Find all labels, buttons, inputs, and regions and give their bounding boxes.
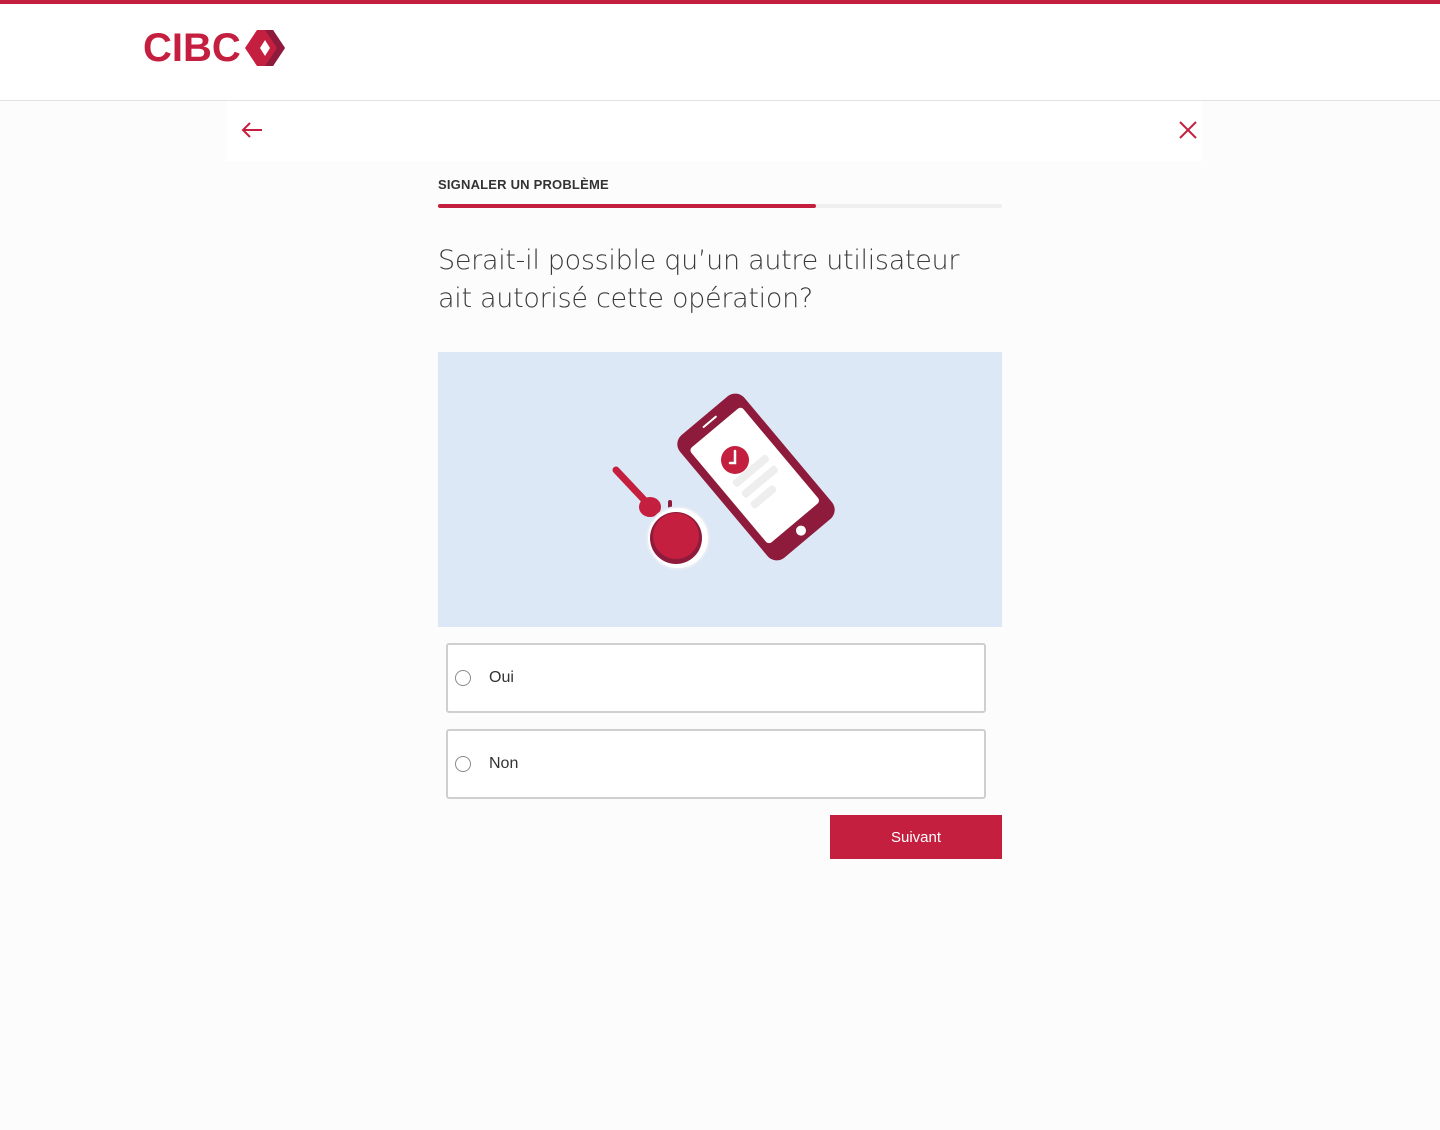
cibc-logo[interactable]: CIBC — [143, 28, 287, 68]
radio-oui[interactable] — [455, 670, 471, 686]
radio-non[interactable] — [455, 756, 471, 772]
answer-options: Oui Non — [438, 643, 1002, 799]
option-oui-label: Oui — [489, 669, 514, 686]
section-label: SIGNALER UN PROBLÈME — [438, 177, 609, 192]
main-content: SIGNALER UN PROBLÈME Serait-il possible … — [438, 161, 1002, 875]
next-button[interactable]: Suivant — [830, 815, 1002, 859]
close-icon — [1179, 121, 1197, 139]
progress-bar — [438, 204, 1002, 208]
option-oui[interactable]: Oui — [446, 643, 986, 713]
flow-nav-bar — [226, 101, 1202, 161]
actions-row: Suivant — [438, 815, 1002, 875]
logo-text: CIBC — [143, 26, 241, 70]
arrow-left-icon — [241, 122, 262, 138]
close-button[interactable] — [1174, 115, 1202, 145]
option-non-label: Non — [489, 755, 519, 772]
phone-and-key-fob-illustration — [612, 393, 835, 570]
illustration-panel — [438, 352, 1002, 627]
option-non[interactable]: Non — [446, 729, 986, 799]
cibc-diamond-icon — [244, 30, 285, 66]
progress-fill — [438, 204, 816, 208]
site-header: CIBC — [0, 4, 1440, 101]
question-heading: Serait-il possible qu’un autre utilisate… — [438, 245, 960, 314]
back-button[interactable] — [238, 115, 266, 145]
